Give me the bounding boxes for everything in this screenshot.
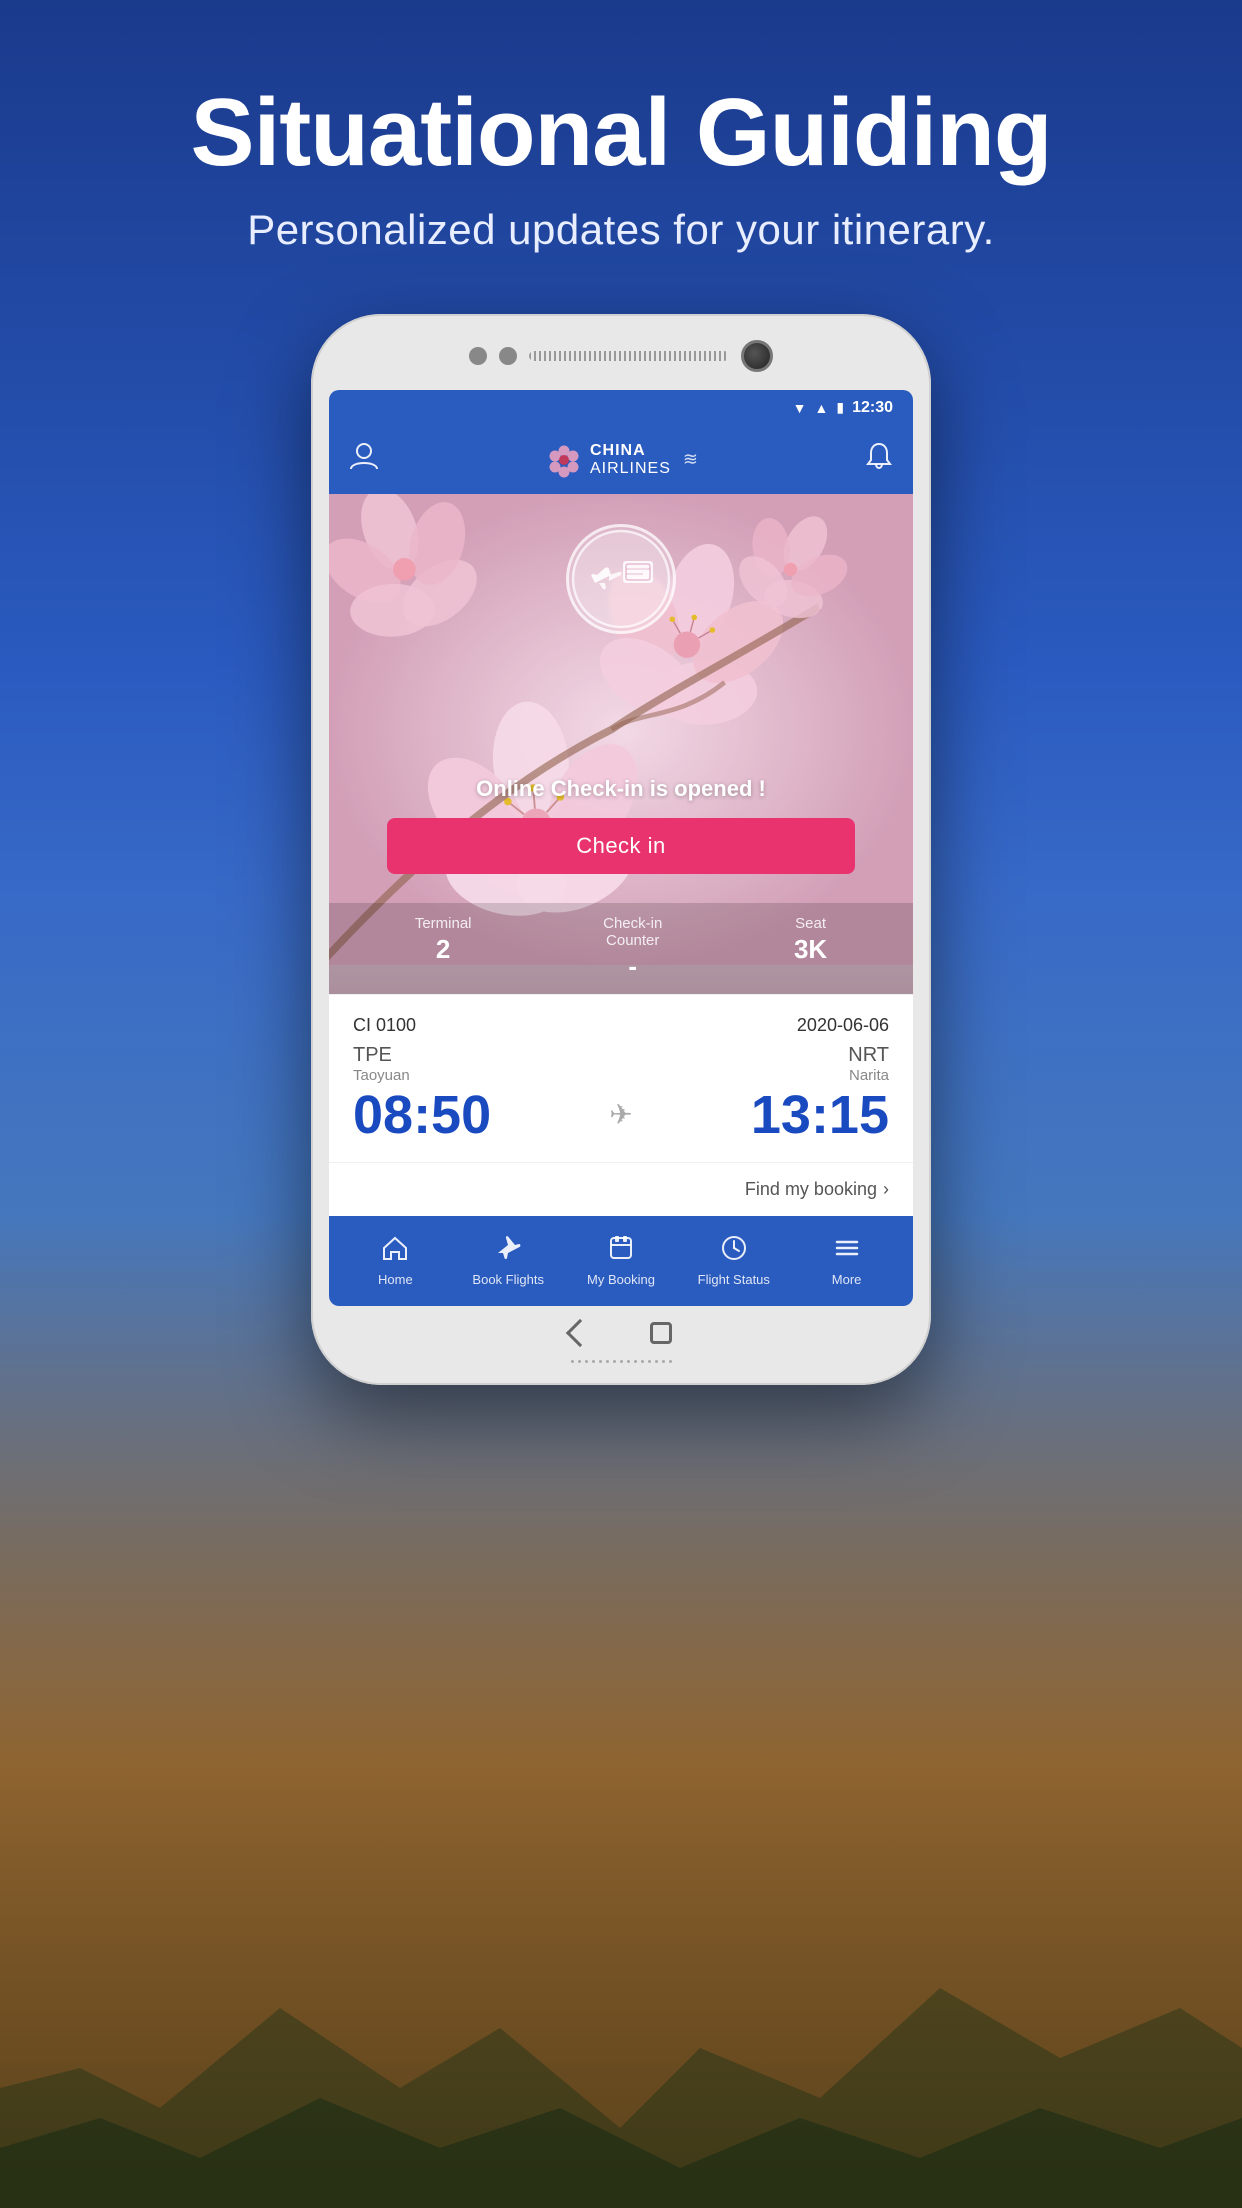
ticket-card: CI 0100 2020-06-06 TPE Taoyuan NRT Narit…	[329, 994, 913, 1162]
find-booking-label: Find my booking	[745, 1179, 877, 1200]
home-hardware-button[interactable]	[650, 1322, 672, 1344]
nav-more-label: More	[832, 1272, 862, 1287]
bottom-navigation: Home Book Flights	[329, 1216, 913, 1306]
nav-more[interactable]: More	[790, 1235, 903, 1287]
menu-icon	[834, 1235, 860, 1268]
phone-screen: ▼ ▲ ▮ 12:30	[329, 390, 913, 1306]
arrival-code: NRT	[848, 1044, 889, 1067]
flight-date: 2020-06-06	[797, 1015, 889, 1036]
counter-value: -	[603, 951, 662, 982]
phone-dot-left	[469, 347, 487, 365]
phone-speaker	[529, 351, 729, 361]
phone-bottom-dots	[329, 1360, 913, 1367]
terminal-label: Terminal	[415, 915, 472, 932]
flight-plane-icon: ✈	[609, 1098, 632, 1131]
terminal-value: 2	[415, 934, 472, 965]
status-time: 12:30	[852, 399, 893, 417]
nav-book-flights-label: Book Flights	[472, 1272, 544, 1287]
terminal-info: Terminal 2	[415, 915, 472, 982]
nav-my-booking-label: My Booking	[587, 1272, 655, 1287]
hero-notification-text: Online Check-in is opened !	[329, 776, 913, 802]
phone-camera	[741, 340, 773, 372]
checkin-button[interactable]: Check in	[387, 818, 854, 874]
home-icon	[382, 1235, 408, 1268]
phone-top-hardware	[329, 332, 913, 380]
counter-info: Check-inCounter -	[603, 915, 662, 982]
app-header: CHINA AIRLINES ≋	[329, 426, 913, 494]
find-booking-bar[interactable]: Find my booking ›	[329, 1162, 913, 1216]
back-button[interactable]	[566, 1318, 594, 1346]
nav-my-booking[interactable]: My Booking	[565, 1235, 678, 1287]
departure-code: TPE	[353, 1044, 410, 1067]
counter-label: Check-inCounter	[603, 915, 662, 949]
logo-text: CHINA AIRLINES	[590, 442, 671, 477]
booking-icon	[608, 1235, 634, 1268]
logo-wave-icon: ≋	[683, 449, 698, 470]
seat-label: Seat	[794, 915, 827, 932]
bell-icon[interactable]	[865, 442, 893, 477]
nav-home[interactable]: Home	[339, 1235, 452, 1287]
phone-dot-right	[499, 347, 517, 365]
hero-section: Online Check-in is opened ! Check in Ter…	[329, 494, 913, 994]
phone-device: ▼ ▲ ▮ 12:30	[311, 314, 931, 1385]
phone-mockup: ▼ ▲ ▮ 12:30	[0, 314, 1242, 1385]
seat-info: Seat 3K	[794, 915, 827, 982]
checkin-badge	[566, 524, 676, 634]
page-subtitle: Personalized updates for your itinerary.	[0, 206, 1242, 254]
battery-icon: ▮	[836, 399, 844, 416]
signal-icon: ▲	[815, 400, 829, 416]
arrival-time: 13:15	[751, 1088, 889, 1142]
departure-city: Taoyuan	[353, 1067, 410, 1084]
arrival-city: Narita	[848, 1067, 889, 1084]
departure-time: 08:50	[353, 1088, 491, 1142]
status-bar: ▼ ▲ ▮ 12:30	[329, 390, 913, 426]
clock-icon	[721, 1235, 747, 1268]
plane-icon	[495, 1235, 521, 1268]
profile-icon[interactable]	[349, 441, 379, 478]
nav-flight-status-label: Flight Status	[698, 1272, 770, 1287]
nav-book-flights[interactable]: Book Flights	[452, 1235, 565, 1287]
seat-value: 3K	[794, 934, 827, 965]
page-title: Situational Guiding	[0, 80, 1242, 186]
find-booking-arrow-icon: ›	[883, 1179, 889, 1200]
phone-bottom-hardware	[329, 1306, 913, 1354]
hero-content: Online Check-in is opened ! Check in	[329, 776, 913, 874]
nav-flight-status[interactable]: Flight Status	[677, 1235, 790, 1287]
flight-number: CI 0100	[353, 1015, 416, 1036]
app-logo: CHINA AIRLINES ≋	[546, 442, 698, 478]
nav-home-label: Home	[378, 1272, 413, 1287]
flight-info-strip: Terminal 2 Check-inCounter - Seat 3K	[329, 903, 913, 994]
wifi-icon: ▼	[793, 400, 807, 416]
